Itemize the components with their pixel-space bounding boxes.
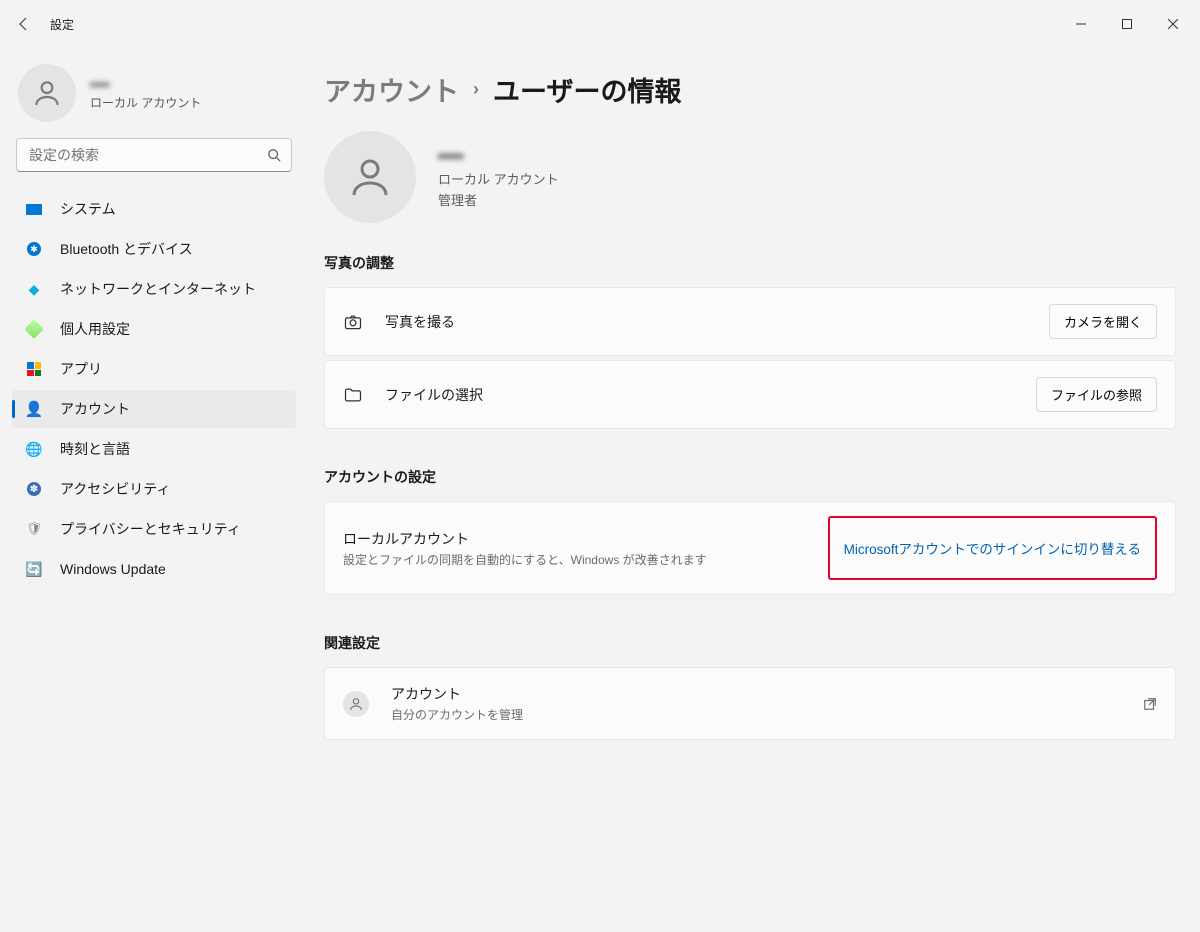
section-photo-heading: 写真の調整 [324, 253, 1176, 273]
section-account-heading: アカウントの設定 [324, 467, 1176, 487]
system-icon [26, 201, 42, 217]
breadcrumb-current: ユーザーの情報 [493, 70, 681, 109]
accounts-icon: 👤 [26, 401, 42, 417]
nav-privacy[interactable]: 🛡 プライバシーとセキュリティ [12, 510, 296, 548]
nav-system[interactable]: システム [12, 190, 296, 228]
profile-avatar-icon [324, 131, 416, 223]
nav-apps[interactable]: アプリ [12, 350, 296, 388]
nav-label: Bluetooth とデバイス [60, 239, 193, 259]
nav-time-language[interactable]: 🌐 時刻と言語 [12, 430, 296, 468]
profile-name: ▪▪▪▪ [438, 146, 559, 167]
nav-label: プライバシーとセキュリティ [60, 519, 241, 539]
card-choose-file-title: ファイルの選択 [385, 385, 483, 405]
apps-icon [26, 361, 42, 377]
nav-list: システム ✱ Bluetooth とデバイス ◆ ネットワークとインターネット 個人… [0, 182, 308, 590]
sidebar-user-card[interactable]: ▪▪▪▪ ローカル アカウント [0, 56, 308, 138]
highlight-annotation: Microsoftアカウントでのサインインに切り替える [828, 516, 1157, 580]
card-take-photo-title: 写真を撮る [385, 312, 455, 332]
nav-label: システム [60, 199, 116, 219]
time-icon: 🌐 [26, 441, 42, 457]
sidebar-user-name: ▪▪▪▪ [90, 76, 201, 92]
personalization-icon [26, 321, 42, 337]
window-title: 設定 [50, 16, 74, 33]
breadcrumb: アカウント › ユーザーの情報 [324, 70, 1176, 109]
card-choose-file: ファイルの選択 ファイルの参照 [324, 360, 1176, 429]
switch-to-ms-account-link[interactable]: Microsoftアカウントでのサインインに切り替える [844, 538, 1141, 558]
update-icon: 🔄 [26, 561, 42, 577]
bluetooth-icon: ✱ [26, 241, 42, 257]
content-area: アカウント › ユーザーの情報 ▪▪▪▪ ローカル アカウント 管理者 写真の調… [308, 48, 1200, 932]
section-related-heading: 関連設定 [324, 633, 1176, 653]
nav-personalization[interactable]: 個人用設定 [12, 310, 296, 348]
nav-label: Windows Update [60, 561, 166, 577]
related-account-title: アカウント [391, 684, 523, 704]
folder-icon [343, 385, 363, 405]
profile-role: 管理者 [438, 190, 559, 209]
nav-network[interactable]: ◆ ネットワークとインターネット [12, 270, 296, 308]
sidebar: ▪▪▪▪ ローカル アカウント システム ✱ Bluetooth とデバイス ◆ ネ… [0, 48, 308, 932]
nav-bluetooth[interactable]: ✱ Bluetooth とデバイス [12, 230, 296, 268]
avatar-icon [18, 64, 76, 122]
card-related-account[interactable]: アカウント 自分のアカウントを管理 [324, 667, 1176, 740]
accessibility-icon: ✽ [26, 481, 42, 497]
nav-label: 時刻と言語 [60, 439, 130, 459]
back-button[interactable] [14, 14, 34, 34]
nav-label: 個人用設定 [60, 319, 130, 339]
nav-windows-update[interactable]: 🔄 Windows Update [12, 550, 296, 588]
camera-icon [343, 312, 363, 332]
nav-label: アプリ [60, 359, 102, 379]
search-input[interactable] [29, 147, 257, 163]
maximize-button[interactable] [1104, 8, 1150, 40]
network-icon: ◆ [26, 281, 42, 297]
card-take-photo: 写真を撮る カメラを開く [324, 287, 1176, 356]
search-box[interactable] [16, 138, 292, 172]
breadcrumb-parent[interactable]: アカウント [324, 70, 459, 109]
nav-accounts[interactable]: 👤 アカウント [12, 390, 296, 428]
privacy-icon: 🛡 [26, 521, 42, 537]
search-icon [267, 148, 281, 162]
local-account-title: ローカルアカウント [343, 529, 707, 549]
title-bar: 設定 [0, 0, 1200, 48]
nav-label: ネットワークとインターネット [60, 279, 256, 299]
sidebar-user-sub: ローカル アカウント [90, 94, 201, 111]
minimize-button[interactable] [1058, 8, 1104, 40]
card-local-account: ローカルアカウント 設定とファイルの同期を自動的にすると、Windows が改善… [324, 501, 1176, 595]
browse-file-button[interactable]: ファイルの参照 [1036, 377, 1157, 412]
close-button[interactable] [1150, 8, 1196, 40]
related-account-desc: 自分のアカウントを管理 [391, 706, 523, 723]
open-camera-button[interactable]: カメラを開く [1049, 304, 1157, 339]
profile-type: ローカル アカウント [438, 169, 559, 188]
open-external-icon [1143, 697, 1157, 711]
local-account-desc: 設定とファイルの同期を自動的にすると、Windows が改善されます [343, 551, 707, 568]
nav-accessibility[interactable]: ✽ アクセシビリティ [12, 470, 296, 508]
nav-label: アクセシビリティ [60, 479, 170, 499]
profile-block: ▪▪▪▪ ローカル アカウント 管理者 [324, 131, 1176, 223]
chevron-right-icon: › [473, 79, 479, 100]
nav-label: アカウント [60, 399, 130, 419]
account-small-icon [343, 691, 369, 717]
